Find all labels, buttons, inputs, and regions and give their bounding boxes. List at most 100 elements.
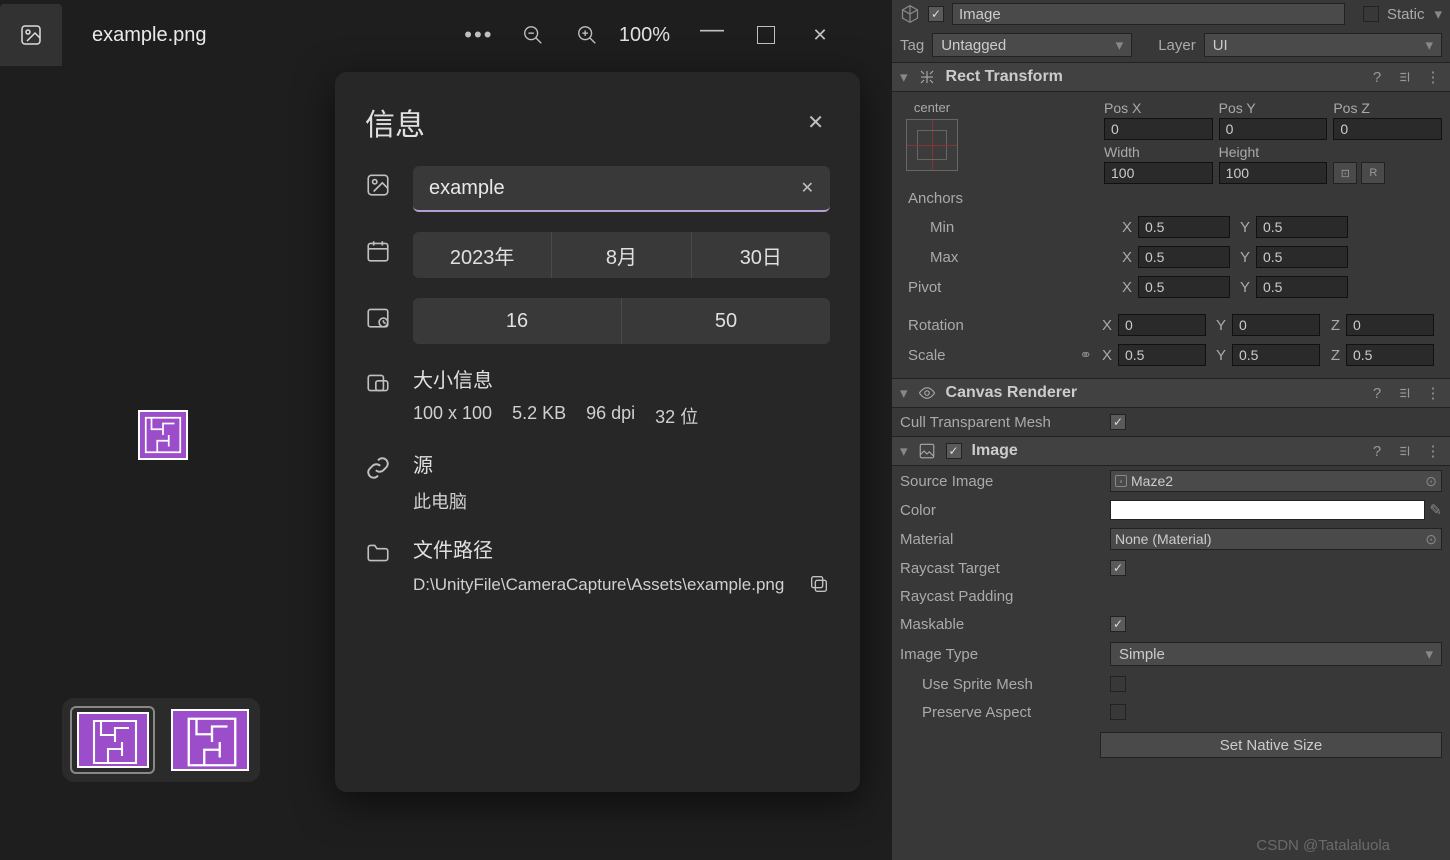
month-segment[interactable]: 8月	[551, 232, 690, 278]
blueprint-mode-button[interactable]: ⊡	[1333, 162, 1357, 184]
dpi-value: 96 dpi	[586, 403, 635, 429]
window-maximize-button[interactable]	[754, 23, 778, 47]
rot-x-input[interactable]: 0	[1118, 314, 1206, 336]
anchor-min-x-input[interactable]: 0.5	[1138, 216, 1230, 238]
more-menu-button[interactable]: •••	[467, 23, 491, 47]
day-segment[interactable]: 30日	[691, 232, 830, 278]
window-minimize-button[interactable]: —	[700, 18, 724, 42]
eyedropper-icon[interactable]: ✎	[1429, 501, 1442, 519]
static-dropdown-arrow[interactable]: ▾	[1434, 5, 1442, 23]
source-image-field[interactable]: ◦Maze2⊙	[1110, 470, 1442, 492]
scale-x-input[interactable]: 0.5	[1118, 344, 1206, 366]
posy-input[interactable]: 0	[1219, 118, 1328, 140]
rot-z-input[interactable]: 0	[1346, 314, 1434, 336]
year-segment[interactable]: 2023年	[413, 232, 551, 278]
posz-input[interactable]: 0	[1333, 118, 1442, 140]
size-icon	[365, 370, 391, 396]
link-icon	[365, 455, 391, 481]
anchor-min-y-input[interactable]: 0.5	[1256, 216, 1348, 238]
window-close-button[interactable]: ✕	[808, 23, 832, 47]
image-enable-checkbox[interactable]: ✓	[946, 443, 962, 459]
raycast-target-checkbox[interactable]: ✓	[1110, 560, 1126, 576]
source-title: 源	[413, 449, 830, 478]
canvas-renderer-header[interactable]: ▾ Canvas Renderer ? ⋮	[892, 378, 1450, 408]
width-input[interactable]: 100	[1104, 162, 1213, 184]
zoom-out-button[interactable]	[521, 23, 545, 47]
posy-label: Pos Y	[1219, 100, 1328, 116]
posx-label: Pos X	[1104, 100, 1213, 116]
scale-label: Scale	[908, 347, 1079, 364]
rect-transform-body: center Pos X 0 Pos Y 0 Pos Z 0 Width 100 Hei…	[892, 92, 1450, 378]
rot-y-input[interactable]: 0	[1232, 314, 1320, 336]
scale-y-input[interactable]: 0.5	[1232, 344, 1320, 366]
viewer-filename: example.png	[92, 24, 207, 47]
height-label: Height	[1219, 144, 1328, 160]
posx-input[interactable]: 0	[1104, 118, 1213, 140]
preserve-aspect-checkbox[interactable]	[1110, 704, 1126, 720]
layer-dropdown[interactable]: UI	[1204, 33, 1442, 57]
image-type-dropdown[interactable]: Simple	[1110, 642, 1442, 666]
zoom-level[interactable]: 100%	[619, 24, 670, 47]
expand-icon: ▾	[900, 384, 908, 402]
maskable-checkbox[interactable]: ✓	[1110, 616, 1126, 632]
gameobject-active-checkbox[interactable]: ✓	[928, 6, 944, 22]
component-menu-icon[interactable]: ⋮	[1424, 384, 1442, 402]
raycast-padding-label[interactable]: Raycast Padding	[900, 588, 1110, 605]
help-icon[interactable]: ?	[1368, 442, 1386, 460]
preserve-aspect-label: Preserve Aspect	[900, 704, 1110, 721]
help-icon[interactable]: ?	[1368, 384, 1386, 402]
width-label: Width	[1104, 144, 1213, 160]
static-checkbox[interactable]	[1363, 6, 1379, 22]
thumbnail-item[interactable]	[70, 706, 155, 774]
tag-label: Tag	[900, 37, 924, 54]
object-picker-icon[interactable]: ⊙	[1425, 531, 1437, 548]
anchors-label[interactable]: Anchors	[908, 190, 1118, 207]
component-menu-icon[interactable]: ⋮	[1424, 442, 1442, 460]
pivot-x-input[interactable]: 0.5	[1138, 276, 1230, 298]
raw-edit-button[interactable]: R	[1361, 162, 1385, 184]
anchor-max-x-input[interactable]: 0.5	[1138, 246, 1230, 268]
filename-input[interactable]	[429, 177, 801, 200]
pivot-y-input[interactable]: 0.5	[1256, 276, 1348, 298]
rect-transform-header[interactable]: ▾ Rect Transform ? ⋮	[892, 62, 1450, 92]
use-sprite-mesh-checkbox[interactable]	[1110, 676, 1126, 692]
viewer-toolbar: example.png ••• 100% — ✕	[0, 0, 862, 70]
anchor-preset-button[interactable]: center	[900, 100, 964, 184]
set-native-size-button[interactable]: Set Native Size	[1100, 732, 1442, 758]
help-icon[interactable]: ?	[1368, 68, 1386, 86]
anchor-max-y-input[interactable]: 0.5	[1256, 246, 1348, 268]
tag-layer-row: Tag Untagged Layer UI	[892, 28, 1450, 62]
info-panel: 信息 ✕ ✕ 2023年 8月 30日 16 50 大小信息 100 x 100…	[335, 72, 860, 792]
rect-transform-icon	[918, 68, 936, 86]
minute-segment[interactable]: 50	[621, 298, 830, 344]
preset-icon[interactable]	[1396, 68, 1414, 86]
color-swatch[interactable]	[1110, 500, 1425, 520]
rotation-label: Rotation	[908, 317, 1098, 334]
preset-icon[interactable]	[1396, 442, 1414, 460]
object-picker-icon[interactable]: ⊙	[1425, 473, 1437, 490]
material-field[interactable]: None (Material)⊙	[1110, 528, 1442, 550]
maskable-label: Maskable	[900, 616, 1110, 633]
preset-icon[interactable]	[1396, 384, 1414, 402]
height-input[interactable]: 100	[1219, 162, 1328, 184]
gameobject-name-input[interactable]: Image	[952, 3, 1345, 25]
cull-checkbox[interactable]: ✓	[1110, 414, 1126, 430]
viewer-tab[interactable]	[0, 4, 62, 66]
zoom-in-button[interactable]	[575, 23, 599, 47]
filename-field[interactable]: ✕	[413, 166, 830, 212]
path-value: D:\UnityFile\CameraCapture\Assets\exampl…	[413, 575, 796, 595]
color-label: Color	[900, 502, 1110, 519]
hour-segment[interactable]: 16	[413, 298, 621, 344]
posz-label: Pos Z	[1333, 100, 1442, 116]
info-close-button[interactable]: ✕	[801, 104, 830, 141]
scale-link-icon[interactable]: ⚭	[1079, 346, 1092, 364]
component-menu-icon[interactable]: ⋮	[1424, 68, 1442, 86]
image-component-header[interactable]: ▾ ✓ Image ? ⋮	[892, 436, 1450, 466]
thumbnail-item[interactable]	[167, 706, 252, 774]
use-sprite-mesh-label: Use Sprite Mesh	[900, 676, 1110, 693]
info-title: 信息	[365, 100, 425, 144]
scale-z-input[interactable]: 0.5	[1346, 344, 1434, 366]
clear-input-button[interactable]: ✕	[801, 178, 814, 198]
tag-dropdown[interactable]: Untagged	[932, 33, 1132, 57]
copy-path-button[interactable]	[808, 573, 830, 595]
